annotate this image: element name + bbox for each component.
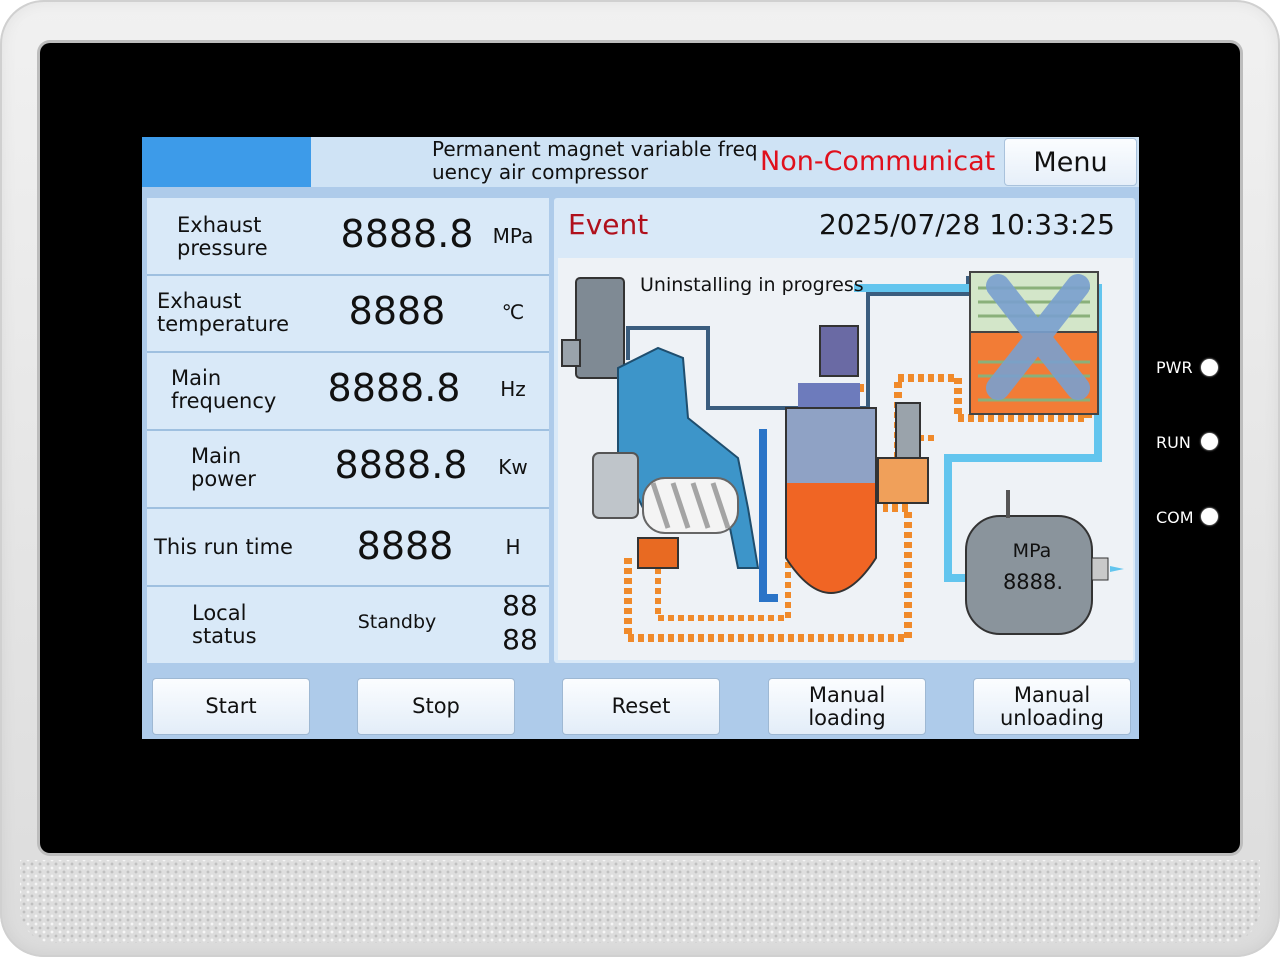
intake-valve-icon (637, 537, 679, 569)
compressor-diagram: Uninstalling in progress MPa 8888. (558, 258, 1133, 660)
com-led-indicator (1201, 508, 1218, 525)
reading-unit: H (505, 535, 521, 559)
com-led-label: COM (1156, 508, 1194, 527)
manual-loading-button[interactable]: Manual loading (768, 678, 926, 735)
compressor-head-icon (617, 346, 760, 569)
pwr-led-indicator (1201, 359, 1218, 376)
reading-value: 8888 (356, 524, 454, 568)
device-texture (20, 860, 1260, 943)
compressor-schematic (561, 271, 1124, 642)
reading-row-main-power: Main power 8888.8 Kw (147, 431, 549, 507)
reading-label: Main frequency (171, 366, 277, 413)
tank-pressure-value: 8888. (1002, 570, 1064, 594)
motor-icon (575, 277, 625, 379)
cooler-icon (969, 271, 1099, 415)
run-led-label: RUN (1156, 433, 1191, 452)
reading-unit: MPa (492, 224, 534, 248)
readings-panel: Exhaust pressure 8888.8 MPa Exhaust temp… (147, 198, 549, 663)
reading-row-local-status: Local status Standby 88 88 (147, 587, 549, 663)
oil-separator-icon (785, 325, 877, 594)
reset-button[interactable]: Reset (562, 678, 720, 735)
reading-row-run-time: This run time 8888 H (147, 509, 549, 585)
reading-value: 8888.8 (334, 443, 468, 487)
reading-value: 8888.8 (327, 366, 461, 410)
air-tank-icon (965, 490, 1124, 635)
screw-rotor-icon (642, 477, 739, 534)
event-datetime: 2025/07/28 10:33:25 (818, 208, 1115, 241)
reading-label: This run time (154, 535, 293, 559)
reading-value: 8888 (348, 289, 446, 333)
local-status-value: Standby (357, 611, 437, 633)
reading-row-exhaust-pressure: Exhaust pressure 8888.8 MPa (147, 198, 549, 274)
run-led-indicator (1201, 433, 1218, 450)
diagram-status-text: Uninstalling in progress (640, 274, 864, 296)
reading-unit: Kw (498, 455, 528, 479)
reading-label: Main power (191, 444, 256, 491)
reading-unit: ℃ (501, 300, 525, 324)
reading-value: 8888.8 (340, 212, 474, 256)
min-pressure-valve-icon (877, 457, 929, 504)
pwr-led-label: PWR (1156, 358, 1193, 377)
stop-button[interactable]: Stop (357, 678, 515, 735)
tank-pressure-unit: MPa (1012, 540, 1052, 562)
event-panel: Event 2025/07/28 10:33:25 Uninstalling i… (554, 198, 1135, 663)
hmi-screen: Permanent magnet variable frequency air … (142, 137, 1139, 739)
communication-status: Non-Communicat (760, 146, 996, 177)
menu-button[interactable]: Menu (1004, 138, 1137, 186)
local-status-code-bottom: 88 (502, 623, 538, 656)
header-accent-block (142, 137, 311, 187)
reading-row-exhaust-temperature: Exhaust temperature 8888 ℃ (147, 276, 549, 351)
start-button[interactable]: Start (152, 678, 310, 735)
reading-row-main-frequency: Main frequency 8888.8 Hz (147, 353, 549, 429)
app-title: Permanent magnet variable frequency air … (432, 137, 758, 184)
event-label: Event (568, 208, 649, 241)
hmi-device: Permanent magnet variable frequency air … (0, 0, 1280, 957)
manual-unloading-button[interactable]: Manual unloading (973, 678, 1131, 735)
drive-motor-icon (592, 452, 639, 519)
local-status-label: Local status (192, 601, 257, 648)
reading-label: Exhaust pressure (177, 213, 268, 260)
local-status-code-top: 88 (502, 589, 538, 622)
reading-label: Exhaust temperature (157, 289, 289, 336)
reading-unit: Hz (500, 377, 526, 401)
